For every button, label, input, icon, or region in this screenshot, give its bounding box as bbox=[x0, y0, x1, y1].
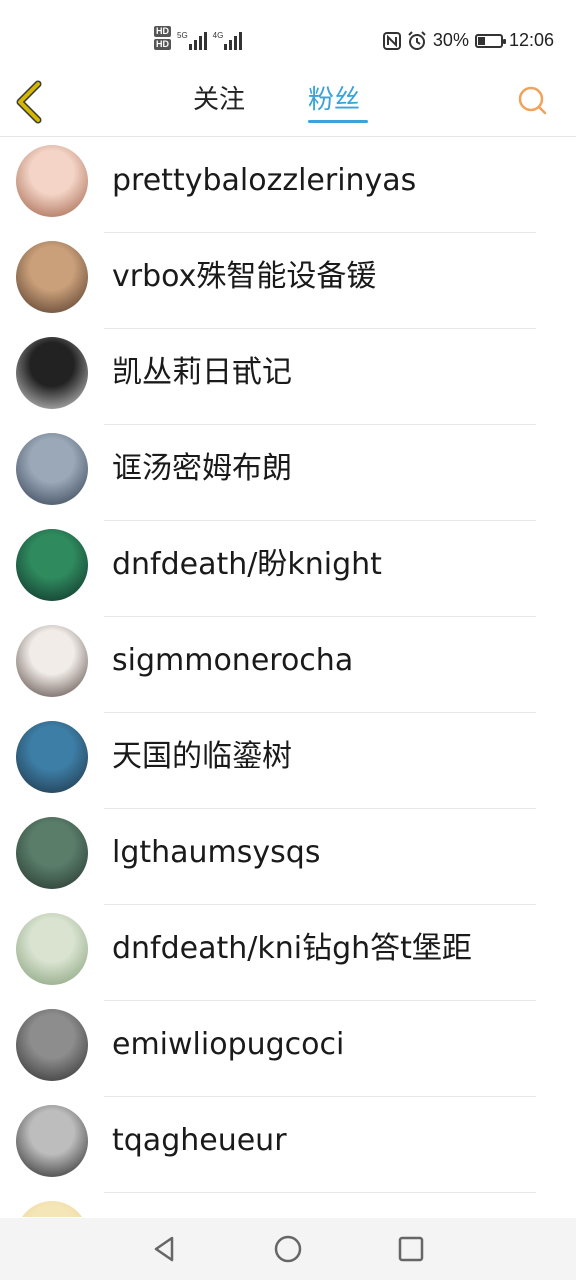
back-triangle-icon bbox=[154, 1236, 174, 1262]
fan-list-item[interactable]: 天国的临鎏树 bbox=[0, 713, 576, 809]
fan-list-item[interactable]: lgthaumsysqs bbox=[0, 809, 576, 905]
hd-badges: HD HD bbox=[154, 26, 171, 50]
fan-name: 天国的临鎏树 bbox=[112, 739, 292, 774]
avatar[interactable] bbox=[16, 337, 88, 409]
avatar[interactable] bbox=[16, 721, 88, 793]
active-tab-indicator bbox=[308, 120, 368, 123]
battery-percent: 30% bbox=[432, 30, 469, 50]
fan-list-item[interactable]: 凯丛莉日甙记 bbox=[0, 329, 576, 425]
fan-name: lgthaumsysqs bbox=[112, 835, 321, 870]
screen: HD HD 5G 4G 30% 12:06 关注 粉丝 prettybalozz… bbox=[0, 0, 576, 1280]
signal-group-2: 4G bbox=[213, 28, 243, 50]
fan-name: 凯丛莉日甙记 bbox=[112, 355, 292, 390]
chevron-left-icon bbox=[16, 80, 42, 124]
fans-list: prettybalozzlerinyas vrbox殊智能设备锾 凯丛莉日甙记 诓汤密… bbox=[0, 137, 576, 1217]
fan-list-item[interactable]: prettybalozzlerinyas bbox=[0, 137, 576, 233]
recents-square-icon bbox=[398, 1236, 424, 1262]
avatar[interactable] bbox=[16, 145, 88, 217]
avatar[interactable] bbox=[16, 241, 88, 313]
fan-name: sigmmonerocha bbox=[112, 643, 354, 678]
back-button[interactable] bbox=[12, 80, 48, 124]
network-type-label-2: 4G bbox=[212, 31, 224, 40]
status-right: 30% 12:06 bbox=[382, 30, 554, 51]
fan-name: 诓汤密姆布朗 bbox=[112, 451, 292, 486]
fan-list-item[interactable]: tqagheueur bbox=[0, 1097, 576, 1193]
network-type-label-1: 5G bbox=[177, 31, 188, 40]
home-circle-icon bbox=[274, 1235, 302, 1263]
fan-list-item[interactable]: sigmmonerocha bbox=[0, 617, 576, 713]
signal-bars-icon bbox=[224, 28, 243, 50]
nav-home-button[interactable] bbox=[273, 1234, 303, 1264]
tab-fans[interactable]: 粉丝 bbox=[308, 82, 360, 118]
avatar[interactable] bbox=[16, 817, 88, 889]
fan-name: vrbox殊智能设备锾 bbox=[112, 259, 377, 294]
avatar[interactable] bbox=[16, 625, 88, 697]
battery-fill bbox=[477, 36, 485, 45]
fan-list-item[interactable] bbox=[0, 1193, 576, 1217]
clock: 12:06 bbox=[508, 30, 554, 50]
fan-list-item[interactable]: dnfdeath/kni钻gh答t堡距 bbox=[0, 905, 576, 1001]
signal-group-1: 5G bbox=[177, 28, 207, 50]
nfc-icon bbox=[382, 31, 401, 50]
hd-badge-1: HD bbox=[154, 26, 171, 37]
fan-name: prettybalozzlerinyas bbox=[112, 163, 417, 198]
avatar[interactable] bbox=[16, 913, 88, 985]
fan-name: emiwliopugcoci bbox=[112, 1027, 345, 1062]
avatar[interactable] bbox=[16, 1201, 88, 1217]
alarm-icon bbox=[408, 30, 426, 50]
navigation-bar bbox=[0, 1218, 576, 1280]
search-icon bbox=[518, 86, 547, 115]
fan-list-item[interactable]: dnfdeath/盼knight bbox=[0, 521, 576, 617]
fan-name: tqagheueur bbox=[112, 1123, 287, 1158]
hd-badge-2: HD bbox=[154, 39, 171, 50]
tab-following[interactable]: 关注 bbox=[193, 82, 245, 118]
battery-icon bbox=[474, 33, 506, 48]
fan-name: dnfdeath/kni钻gh答t堡距 bbox=[112, 931, 472, 966]
avatar[interactable] bbox=[16, 529, 88, 601]
avatar[interactable] bbox=[16, 1009, 88, 1081]
fan-name: dnfdeath/盼knight bbox=[112, 547, 382, 582]
nav-back-button[interactable] bbox=[150, 1234, 180, 1264]
fan-list-item[interactable]: 诓汤密姆布朗 bbox=[0, 425, 576, 521]
avatar[interactable] bbox=[16, 1105, 88, 1177]
signal-bars-icon bbox=[188, 28, 207, 50]
avatar[interactable] bbox=[16, 433, 88, 505]
network-indicators: HD HD 5G 4G bbox=[154, 26, 243, 50]
fan-list-item[interactable]: vrbox殊智能设备锾 bbox=[0, 233, 576, 329]
fan-list-item[interactable]: emiwliopugcoci bbox=[0, 1001, 576, 1097]
search-button[interactable] bbox=[518, 86, 548, 116]
nav-recents-button[interactable] bbox=[396, 1234, 426, 1264]
header: 关注 粉丝 bbox=[0, 66, 576, 137]
